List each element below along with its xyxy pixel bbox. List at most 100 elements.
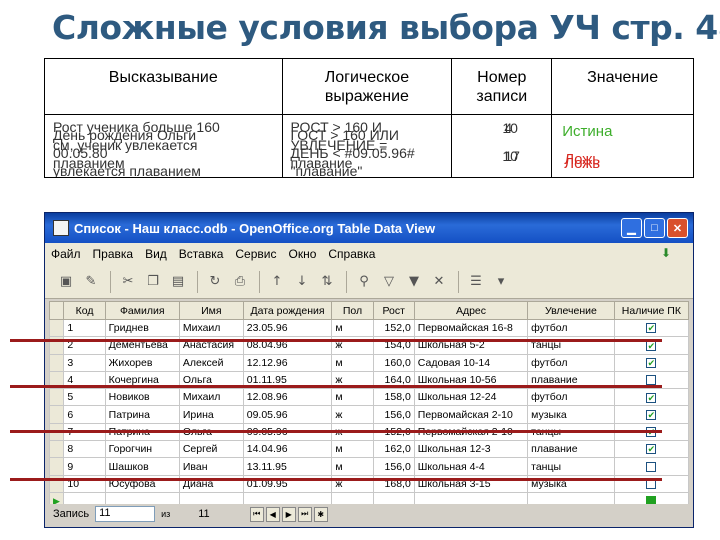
table-cell-height[interactable]: 162,0 [372, 440, 415, 459]
refresh-icon[interactable]: ↻ [204, 271, 226, 293]
table-cell-pc[interactable]: ✔ [613, 318, 690, 338]
download-icon[interactable]: ⬇ [661, 246, 675, 260]
row-selector[interactable] [48, 318, 65, 338]
sort-descending-icon[interactable]: ↓ [291, 271, 313, 293]
table-cell-dob[interactable]: 14.04.96 [242, 440, 333, 459]
table-cell-last[interactable]: Шашков [104, 457, 180, 476]
cut-icon[interactable]: ✂ [117, 271, 139, 293]
table-cell-first[interactable]: Сергей [178, 440, 244, 459]
column-header[interactable]: Наличие ПК [613, 301, 690, 320]
table-cell-id[interactable]: 5 [63, 388, 106, 407]
table-cell-last[interactable]: Жихорев [104, 353, 180, 372]
menu-file[interactable]: Файл [51, 247, 81, 261]
table-cell-height[interactable]: 156,0 [372, 405, 415, 424]
menu-window[interactable]: Окно [288, 247, 316, 261]
close-icon[interactable]: ✕ [667, 218, 688, 238]
table-cell-sex[interactable]: м [331, 457, 374, 476]
prev-record-icon[interactable]: ◀ [265, 506, 280, 522]
checkbox-checked[interactable]: ✔ [646, 323, 657, 334]
autofilter-icon[interactable]: ⚲ [353, 271, 375, 293]
table-cell-id[interactable]: 3 [63, 353, 106, 372]
table-cell-first[interactable]: Алексей [178, 353, 244, 372]
maximize-icon[interactable]: □ [644, 218, 665, 238]
table-cell-addr[interactable]: Садовая 10-14 [413, 353, 529, 372]
column-header[interactable]: Фамилия [104, 301, 180, 320]
menu-insert[interactable]: Вставка [179, 247, 224, 261]
last-record-icon[interactable]: ⏭ [297, 506, 312, 522]
more-icon[interactable]: ▾ [490, 271, 512, 293]
table-cell-first[interactable]: Ирина [178, 405, 244, 424]
table-cell-hobby[interactable]: футбол [527, 318, 615, 338]
table-row[interactable]: 8 Горогчин Сергей 14.04.96 м 162,0 Школьная 12… [48, 440, 690, 459]
table-cell-sex[interactable]: м [331, 318, 374, 338]
save-icon[interactable]: ▣ [55, 271, 77, 293]
column-header[interactable]: Имя [178, 301, 244, 320]
table-cell-addr[interactable]: Школьная 4-4 [413, 457, 529, 476]
table-cell-id[interactable]: 1 [63, 318, 106, 338]
table-cell-sex[interactable]: м [331, 353, 374, 372]
table-cell-id[interactable]: 6 [63, 405, 106, 424]
table-cell-hobby[interactable]: танцы [527, 457, 615, 476]
row-selector[interactable] [48, 405, 65, 424]
copy-icon[interactable]: ❐ [142, 271, 164, 293]
table-cell-height[interactable]: 156,0 [372, 457, 415, 476]
table-cell-height[interactable]: 158,0 [372, 388, 415, 407]
table-cell-pc[interactable]: ✔ [613, 405, 690, 424]
table-cell-last[interactable]: Гриднев [104, 318, 180, 338]
row-selector[interactable] [48, 353, 65, 372]
table-row[interactable]: 5 Новиков Михаил 12.08.96 м 158,0 Школьная 12-… [48, 388, 690, 407]
checkbox-checked[interactable]: ✔ [646, 392, 657, 403]
column-header[interactable]: Код [63, 301, 106, 320]
paste-icon[interactable]: ▤ [167, 271, 189, 293]
first-record-icon[interactable]: ⏮ [249, 506, 264, 522]
new-record-icon[interactable]: ✱ [313, 506, 328, 522]
sort-ascending-icon[interactable]: ↑ [266, 271, 288, 293]
edit-icon[interactable]: ✎ [80, 271, 102, 293]
menu-help[interactable]: Справка [328, 247, 375, 261]
table-cell-addr[interactable]: Школьная 12-3 [413, 440, 529, 459]
checkbox-checked[interactable]: ✔ [646, 357, 657, 368]
remove-filter-icon[interactable]: ✕ [428, 271, 450, 293]
row-selector[interactable] [48, 457, 65, 476]
minimize-icon[interactable]: ▁ [621, 218, 642, 238]
table-cell-dob[interactable]: 12.12.96 [242, 353, 333, 372]
table-cell-height[interactable]: 160,0 [372, 353, 415, 372]
print-icon[interactable]: ⎙ [229, 271, 251, 293]
table-cell-id[interactable]: 9 [63, 457, 106, 476]
table-cell-sex[interactable]: м [331, 440, 374, 459]
filter-icon[interactable]: ▽ [378, 271, 400, 293]
checkbox-unchecked[interactable] [646, 461, 657, 472]
column-header[interactable]: Пол [331, 301, 374, 320]
data-to-text-icon[interactable]: ☰ [465, 271, 487, 293]
table-cell-dob[interactable]: 13.11.95 [242, 457, 333, 476]
checkbox-checked[interactable]: ✔ [646, 340, 657, 351]
table-cell-sex[interactable]: ж [331, 405, 374, 424]
checkbox-unchecked[interactable] [646, 375, 657, 386]
table-cell-hobby[interactable]: футбол [527, 388, 615, 407]
table-cell-pc[interactable]: ✔ [613, 353, 690, 372]
table-row[interactable]: 9 Шашков Иван 13.11.95 м 156,0 Школьная 4-4 тан… [48, 457, 690, 476]
table-row[interactable]: 1 Гриднев Михаил 23.05.96 м 152,0 Первомайская… [48, 318, 690, 338]
table-cell-hobby[interactable]: футбол [527, 353, 615, 372]
table-cell-dob[interactable]: 12.08.96 [242, 388, 333, 407]
column-header[interactable]: Рост [372, 301, 415, 320]
standard-filter-icon[interactable]: ▼ [403, 271, 425, 293]
table-cell-addr[interactable]: Школьная 12-24 [413, 388, 529, 407]
menu-view[interactable]: Вид [145, 247, 167, 261]
table-cell-id[interactable]: 8 [63, 440, 106, 459]
table-cell-pc[interactable]: ✔ [613, 388, 690, 407]
table-cell-height[interactable]: 152,0 [372, 318, 415, 338]
table-cell-dob[interactable]: 09.05.96 [242, 405, 333, 424]
table-cell-first[interactable]: Иван [178, 457, 244, 476]
table-cell-addr[interactable]: Первомайская 2-10 [413, 405, 529, 424]
table-cell-last[interactable]: Горогчин [104, 440, 180, 459]
table-cell-addr[interactable]: Первомайская 16-8 [413, 318, 529, 338]
table-row[interactable]: 3 Жихорев Алексей 12.12.96 м 160,0 Садовая 10-… [48, 353, 690, 372]
table-cell-pc[interactable]: ✔ [613, 440, 690, 459]
sort-icon[interactable]: ⇅ [316, 271, 338, 293]
next-record-icon[interactable]: ▶ [281, 506, 296, 522]
menu-edit[interactable]: Правка [93, 247, 134, 261]
table-cell-pc[interactable] [613, 457, 690, 476]
table-cell-first[interactable]: Михаил [178, 318, 244, 338]
table-cell-first[interactable]: Михаил [178, 388, 244, 407]
